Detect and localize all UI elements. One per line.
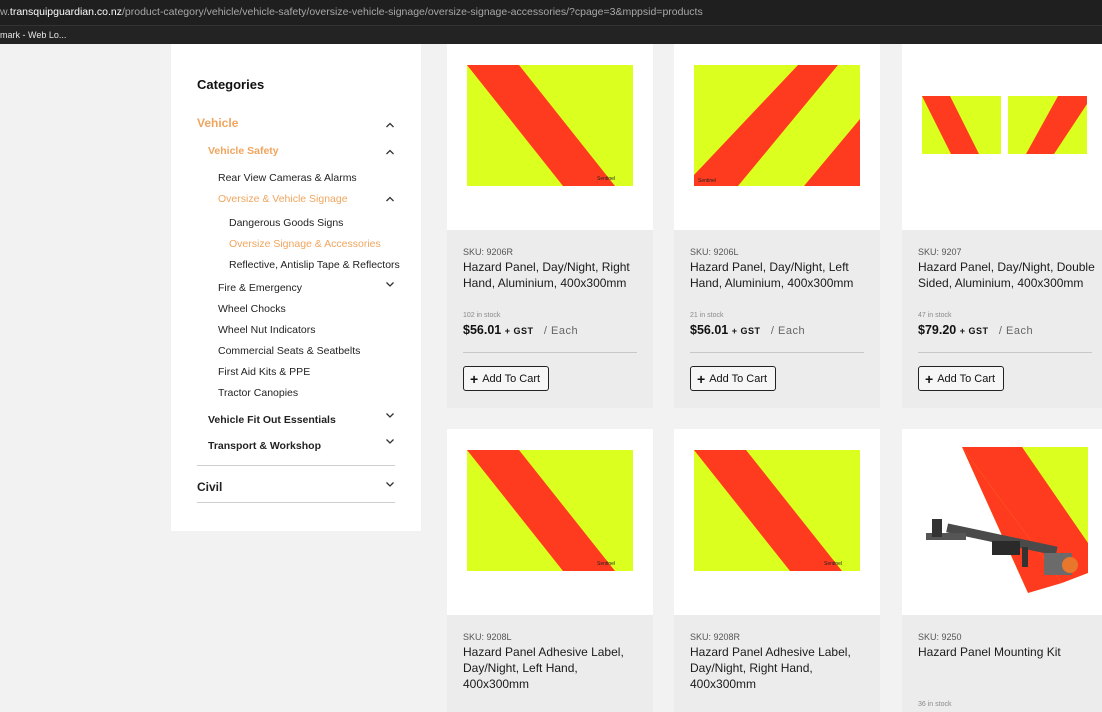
add-to-cart-label: Add To Cart: [709, 372, 768, 385]
url-host: transquipguardian.co.nz: [9, 6, 122, 18]
plus-icon: +: [697, 370, 706, 387]
address-bar[interactable]: w.transquipguardian.co.nz/product-catego…: [0, 0, 1102, 25]
chevron-down-icon[interactable]: [385, 479, 395, 489]
add-to-cart-button[interactable]: + Add To Cart: [690, 366, 777, 391]
price-unit: / Each: [998, 325, 1034, 337]
product-card[interactable]: Sentinel SKU: 9208R Hazard Panel Adhesive …: [674, 429, 880, 712]
product-sku: SKU: 9208R: [690, 632, 741, 642]
sidebar-item-oversize-vehicle-signage[interactable]: Oversize & Vehicle Signage: [218, 193, 348, 205]
product-sku: SKU: 9206L: [690, 247, 739, 257]
product-sku: SKU: 9207: [918, 247, 962, 257]
product-sku: SKU: 9250: [918, 632, 962, 642]
product-image[interactable]: [902, 44, 1102, 230]
price-divider: [463, 352, 637, 353]
price-value: $79.20: [918, 323, 957, 337]
chevron-up-icon[interactable]: [385, 120, 395, 130]
sidebar-item-first-aid-kits-ppe[interactable]: First Aid Kits & PPE: [218, 366, 310, 378]
price-value: $56.01: [690, 323, 729, 337]
product-sku: SKU: 9208L: [463, 632, 512, 642]
product-name[interactable]: Hazard Panel, Day/Night, Right Hand, Alu…: [463, 259, 643, 291]
svg-text:Sentinel: Sentinel: [824, 561, 842, 567]
sidebar-item-dangerous-goods-signs[interactable]: Dangerous Goods Signs: [229, 217, 343, 229]
product-card[interactable]: SKU: 9207 Hazard Panel, Day/Night, Double…: [902, 44, 1102, 408]
sidebar-item-vehicle-safety[interactable]: Vehicle Safety: [208, 145, 279, 157]
svg-text:Sentinel: Sentinel: [597, 176, 615, 182]
sidebar-item-vehicle-fit-out-essentials[interactable]: Vehicle Fit Out Essentials: [208, 414, 336, 426]
chevron-down-icon[interactable]: [385, 279, 395, 289]
product-name[interactable]: Hazard Panel, Day/Night, Left Hand, Alum…: [690, 259, 870, 291]
price-gst: + GST: [959, 326, 989, 336]
sidebar-item-transport-workshop[interactable]: Transport & Workshop: [208, 440, 321, 452]
chevron-up-icon[interactable]: [385, 147, 395, 157]
product-name[interactable]: Hazard Panel, Day/Night, Double Sided, A…: [918, 259, 1098, 291]
product-price: $56.01 + GST / Each: [690, 323, 805, 337]
url-path: /product-category/vehicle/vehicle-safety…: [122, 6, 703, 18]
product-name[interactable]: Hazard Panel Adhesive Label, Day/Night, …: [463, 644, 643, 692]
sidebar-item-wheel-nut-indicators[interactable]: Wheel Nut Indicators: [218, 324, 315, 336]
url-prefix: w.: [0, 6, 10, 18]
product-image[interactable]: Sentinel: [674, 429, 880, 615]
chevron-down-icon[interactable]: [385, 436, 395, 446]
price-divider: [690, 352, 864, 353]
product-image[interactable]: Sentinel: [674, 44, 880, 230]
price-value: $56.01: [463, 323, 502, 337]
chevron-up-icon[interactable]: [385, 194, 395, 204]
product-name[interactable]: Hazard Panel Mounting Kit: [918, 644, 1098, 660]
bookmark-item[interactable]: mark - Web Lo...: [0, 30, 66, 40]
plus-icon: +: [925, 370, 934, 387]
sidebar-divider: [197, 465, 395, 466]
sidebar-item-wheel-chocks[interactable]: Wheel Chocks: [218, 303, 286, 315]
sidebar-item-commercial-seats-seatbelts[interactable]: Commercial Seats & Seatbelts: [218, 345, 360, 357]
bookmarks-bar: mark - Web Lo...: [0, 25, 1102, 44]
add-to-cart-button[interactable]: + Add To Cart: [918, 366, 1005, 391]
product-price: $79.20 + GST / Each: [918, 323, 1033, 337]
price-unit: / Each: [770, 325, 806, 337]
product-card[interactable]: Sentinel SKU: 9206R Hazard Panel, Day/Nigh…: [447, 44, 653, 408]
sidebar-item-tractor-canopies[interactable]: Tractor Canopies: [218, 387, 298, 399]
price-gst: + GST: [731, 326, 761, 336]
stock-status: 102 in stock: [463, 312, 501, 319]
svg-text:Sentinel: Sentinel: [597, 561, 615, 567]
add-to-cart-label: Add To Cart: [937, 372, 996, 385]
stock-status: 47 in stock: [918, 312, 952, 319]
product-image[interactable]: Sentinel: [447, 429, 653, 615]
categories-sidebar: Categories Vehicle Vehicle Safety Rear Vie…: [171, 44, 421, 531]
price-unit: / Each: [543, 325, 579, 337]
add-to-cart-button[interactable]: + Add To Cart: [463, 366, 550, 391]
sidebar-divider: [197, 502, 395, 503]
product-price: $56.01 + GST / Each: [463, 323, 578, 337]
chevron-down-icon[interactable]: [385, 410, 395, 420]
product-card[interactable]: Sentinel SKU: 9206L Hazard Panel, Day/Nigh…: [674, 44, 880, 408]
sidebar-item-vehicle[interactable]: Vehicle: [197, 116, 238, 130]
svg-text:Sentinel: Sentinel: [698, 178, 716, 184]
price-gst: + GST: [504, 326, 534, 336]
plus-icon: +: [470, 370, 479, 387]
product-name[interactable]: Hazard Panel Adhesive Label, Day/Night, …: [690, 644, 870, 692]
add-to-cart-label: Add To Cart: [482, 372, 541, 385]
product-image[interactable]: Sentinel: [447, 44, 653, 230]
product-sku: SKU: 9206R: [463, 247, 514, 257]
stock-status: 21 in stock: [690, 312, 724, 319]
sidebar-item-oversize-signage-accessories[interactable]: Oversize Signage & Accessories: [229, 238, 381, 250]
product-card[interactable]: Sentinel SKU: 9208L Hazard Panel Adhesive …: [447, 429, 653, 712]
sidebar-item-fire-emergency[interactable]: Fire & Emergency: [218, 282, 302, 294]
product-image[interactable]: [902, 429, 1102, 615]
product-card[interactable]: SKU: 9250 Hazard Panel Mounting Kit 36 in …: [902, 429, 1102, 712]
sidebar-item-rear-view-cameras-alarms[interactable]: Rear View Cameras & Alarms: [218, 172, 357, 184]
sidebar-item-civil[interactable]: Civil: [197, 480, 222, 494]
stock-status: 36 in stock: [918, 701, 952, 708]
price-divider: [918, 352, 1092, 353]
sidebar-item-reflective-antislip-tape-reflectors[interactable]: Reflective, Antislip Tape & Reflectors: [229, 259, 400, 271]
sidebar-title: Categories: [197, 77, 265, 92]
